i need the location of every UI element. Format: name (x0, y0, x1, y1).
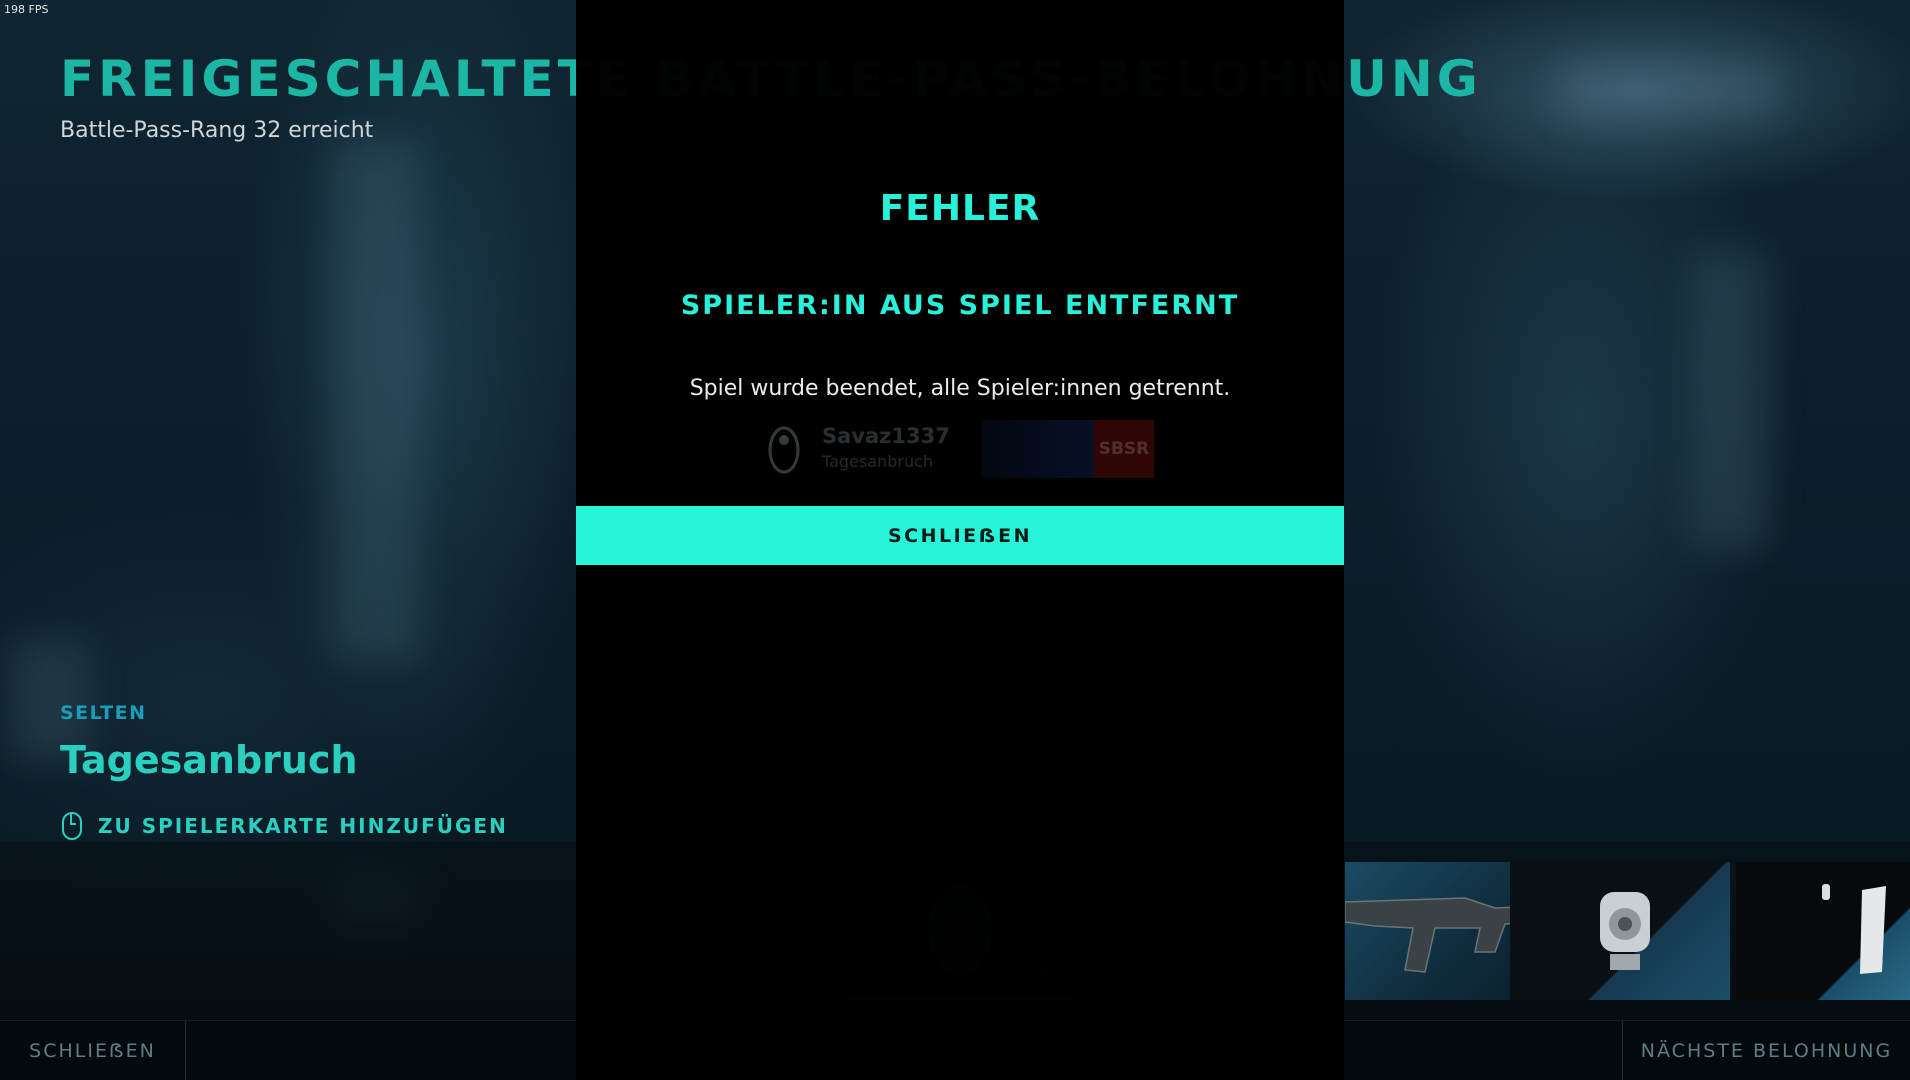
page-subtitle: Battle-Pass-Rang 32 erreicht (60, 118, 374, 143)
next-reward-button[interactable]: NÄCHSTE BELOHNUNG (1622, 1021, 1910, 1080)
mouse-icon (62, 812, 82, 840)
player-card-preview: Savaz1337 Tagesanbruch SBSR (760, 418, 1166, 480)
dialog-message: Spiel wurde beendet, alle Spieler:innen … (689, 376, 1231, 401)
add-to-player-card-button[interactable]: ZU SPIELERKARTE HINZUFÜGEN (62, 812, 508, 840)
dialog-title: FEHLER (879, 188, 1041, 229)
player-emblem-icon (768, 426, 800, 474)
player-name: Savaz1337 (822, 424, 950, 448)
close-button[interactable]: SCHLIEẞEN (0, 1021, 186, 1080)
item-rarity: SELTEN (60, 702, 147, 724)
dialog-close-button[interactable]: SCHLIEẞEN (576, 506, 1344, 565)
fps-counter: 198 FPS (4, 3, 49, 16)
error-dialog: FEHLER SPIELER:IN AUS SPIEL ENTFERNT Spi… (576, 0, 1344, 1080)
add-to-player-card-label: ZU SPIELERKARTE HINZUFÜGEN (98, 814, 508, 838)
reward-scope[interactable] (1510, 862, 1730, 1000)
player-rank-badge: SBSR (1094, 420, 1154, 478)
player-card-subtitle: Tagesanbruch (822, 452, 934, 471)
scope-icon (1600, 892, 1650, 970)
reward-magazine[interactable] (1736, 862, 1910, 1000)
magazine-icon (1822, 884, 1886, 974)
dialog-subtitle: SPIELER:IN AUS SPIEL ENTFERNT (680, 290, 1240, 321)
item-name: Tagesanbruch (60, 738, 358, 782)
